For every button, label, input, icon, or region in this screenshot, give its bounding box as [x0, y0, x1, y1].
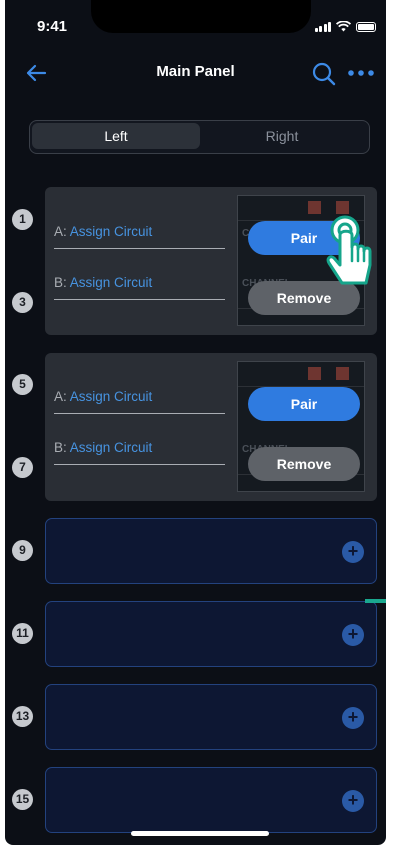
phone-screen: 9:41 Main Panel Left Right 1 3 A: Assign…	[5, 0, 386, 845]
more-dots-icon[interactable]	[346, 65, 376, 81]
circuit-number-badge: 1	[12, 209, 33, 230]
circuit-number-badge: 15	[12, 789, 33, 810]
empty-breaker-slot[interactable]: +	[45, 518, 377, 584]
circuit-number-badge: 11	[12, 623, 33, 644]
breaker-module-graphic: CHANNEL Pair Remove	[237, 361, 365, 492]
empty-breaker-slot[interactable]: +	[45, 601, 377, 667]
remove-button[interactable]: Remove	[248, 447, 360, 481]
status-icons	[314, 21, 376, 32]
slot-b-prefix: B:	[54, 275, 67, 290]
assign-row-b: B: Assign Circuit	[54, 275, 225, 300]
plus-circle-icon[interactable]: +	[342, 541, 364, 563]
battery-icon	[356, 21, 376, 32]
assign-row-b: B: Assign Circuit	[54, 440, 225, 465]
assign-circuit-link-a[interactable]: Assign Circuit	[70, 389, 153, 404]
module-indicator	[308, 367, 321, 380]
assign-row-a: A: Assign Circuit	[54, 389, 225, 414]
circuit-number-badge: 3	[12, 292, 33, 313]
assign-circuit-link-a[interactable]: Assign Circuit	[70, 224, 153, 239]
plus-circle-icon[interactable]: +	[342, 790, 364, 812]
home-indicator	[131, 831, 269, 836]
circuit-number-badge: 7	[12, 457, 33, 478]
slot-a-prefix: A:	[54, 389, 67, 404]
device-notch	[91, 0, 311, 33]
wifi-icon	[336, 21, 351, 32]
segment-right[interactable]: Right	[198, 123, 366, 149]
search-icon[interactable]	[311, 61, 337, 87]
pair-button[interactable]: Pair	[248, 387, 360, 421]
empty-breaker-slot[interactable]: +	[45, 767, 377, 833]
circuit-number-badge: 9	[12, 540, 33, 561]
tap-hand-icon	[326, 215, 372, 285]
status-time: 9:41	[37, 18, 68, 35]
assign-circuit-link-b[interactable]: Assign Circuit	[70, 275, 153, 290]
top-nav-bar: Main Panel	[5, 55, 386, 91]
plus-circle-icon[interactable]: +	[342, 624, 364, 646]
plus-circle-icon[interactable]: +	[342, 707, 364, 729]
side-segmented-control: Left Right	[29, 120, 370, 154]
signal-icon	[314, 21, 331, 32]
assign-circuit-link-b[interactable]: Assign Circuit	[70, 440, 153, 455]
slot-b-prefix: B:	[54, 440, 67, 455]
circuit-number-badge: 5	[12, 374, 33, 395]
slot-a-prefix: A:	[54, 224, 67, 239]
assign-row-a: A: Assign Circuit	[54, 224, 225, 249]
segment-left[interactable]: Left	[32, 123, 200, 149]
scroll-marker	[365, 599, 386, 603]
circuit-number-badge: 13	[12, 706, 33, 727]
breaker-pair-card: A: Assign Circuit B: Assign Circuit CHAN…	[45, 353, 377, 501]
empty-breaker-slot[interactable]: +	[45, 684, 377, 750]
module-indicator	[336, 367, 349, 380]
